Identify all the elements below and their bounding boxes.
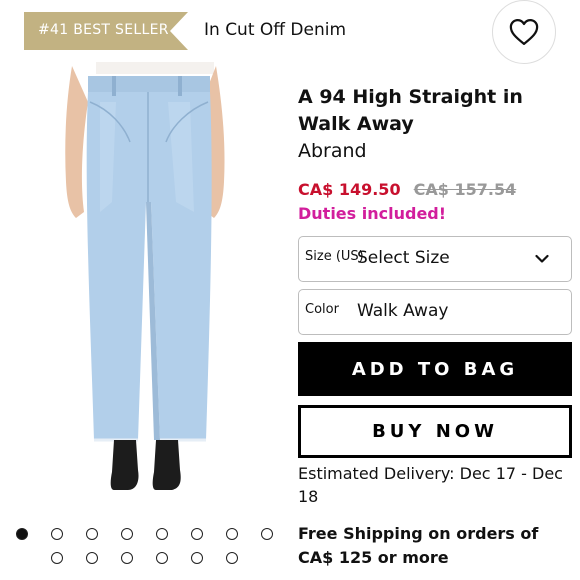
chevron-down-icon: [535, 254, 549, 263]
badge-text: #41 BEST SELLER: [38, 22, 169, 38]
collection-label[interactable]: In Cut Off Denim: [204, 20, 346, 40]
product-image[interactable]: [0, 62, 288, 502]
carousel-dot[interactable]: [121, 528, 133, 540]
carousel-dot[interactable]: [16, 528, 28, 540]
product-brand[interactable]: Abrand: [298, 140, 367, 162]
carousel-dot[interactable]: [51, 552, 63, 564]
size-label: Size (US): [305, 249, 364, 264]
sale-price: CA$ 149.50: [298, 180, 401, 199]
carousel-dot[interactable]: [121, 552, 133, 564]
free-shipping-note: Free Shipping on orders of CA$ 125 or mo…: [298, 524, 539, 567]
estimated-delivery: Estimated Delivery: Dec 17 - Dec 18: [298, 464, 563, 506]
original-price: CA$ 157.54: [413, 180, 517, 199]
color-label: Color: [305, 302, 339, 317]
carousel-dot[interactable]: [226, 528, 238, 540]
jeans-illustration: [65, 62, 225, 490]
carousel-dot[interactable]: [226, 552, 238, 564]
carousel-dot[interactable]: [191, 528, 203, 540]
buy-now-button[interactable]: BUY NOW: [298, 405, 572, 458]
wishlist-button[interactable]: [492, 0, 556, 64]
duties-note: Duties included!: [298, 204, 447, 223]
carousel-dot[interactable]: [86, 528, 98, 540]
best-seller-badge: #41 BEST SELLER: [24, 12, 188, 50]
carousel-dot[interactable]: [86, 552, 98, 564]
carousel-dot[interactable]: [261, 528, 273, 540]
carousel-dot[interactable]: [156, 552, 168, 564]
heart-icon: [509, 19, 539, 45]
carousel-dot[interactable]: [156, 528, 168, 540]
size-value: Select Size: [357, 248, 450, 268]
carousel-dot[interactable]: [191, 552, 203, 564]
size-select[interactable]: Size (US) Select Size: [298, 236, 572, 282]
carousel-dot[interactable]: [51, 528, 63, 540]
color-select[interactable]: Color Walk Away: [298, 289, 572, 335]
color-value: Walk Away: [357, 301, 449, 321]
price-row: CA$ 149.50 CA$ 157.54: [298, 180, 516, 199]
product-title: A 94 High Straight in Walk Away: [298, 86, 523, 135]
add-to-bag-button[interactable]: ADD TO BAG: [298, 342, 572, 396]
